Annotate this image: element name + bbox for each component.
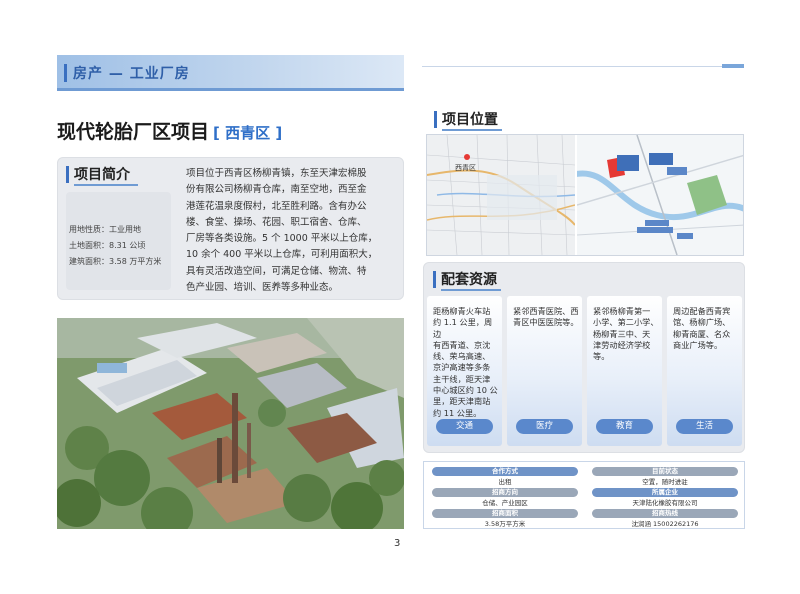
resource-text: 紧邻西青医院、西 青区中医医院等。 [513, 306, 579, 328]
intro-heading: 项目简介 [66, 164, 138, 186]
resource-card-medical: 紧邻西青医院、西 青区中医医院等。 医疗 [507, 296, 582, 446]
info-value-direction: 仓储、产业园区 [482, 499, 528, 507]
info-value-hotline: 沈润涵 15002262176 [631, 520, 699, 528]
project-name: 现代轮胎厂区项目 [57, 121, 210, 143]
resource-text: 周边配备西青宾 馆、杨柳广场、 柳青商厦、名众 商业广场等。 [673, 306, 731, 350]
education-button[interactable]: 教育 [596, 419, 653, 434]
info-label-cooperation: 合作方式 [432, 467, 578, 476]
info-label-direction: 招商方向 [432, 488, 578, 497]
info-table: 合作方式 出租 招商方向 仓储、产业园区 招商面积 3.58万平方米 目前状态 … [423, 461, 745, 529]
project-district: [ 西青区 ] [213, 124, 283, 142]
resources-heading-label: 配套资源 [441, 272, 497, 288]
resource-text: 紧邻杨柳青第一 小学、第二小学、 杨柳青三中、天 津劳动经济学校 等。 [593, 306, 659, 362]
resources-heading: 配套资源 [433, 269, 501, 291]
resource-card-life: 周边配备西青宾 馆、杨柳广场、 柳青商厦、名众 商业广场等。 生活 [667, 296, 742, 446]
map-label-city: 西青区 [455, 164, 476, 172]
header-rule-accent [722, 64, 744, 68]
location-map: 西青区 [426, 134, 744, 256]
info-label-hotline: 招商热线 [592, 509, 738, 518]
info-value-cooperation: 出租 [498, 478, 512, 486]
resource-card-education: 紧邻杨柳青第一 小学、第二小学、 杨柳青三中、天 津劳动经济学校 等。 教育 [587, 296, 662, 446]
section-banner: 房产 — 工业厂房 [57, 55, 404, 91]
life-button[interactable]: 生活 [676, 419, 733, 434]
banner-accent-bar [64, 64, 67, 82]
location-heading: 项目位置 [434, 109, 502, 131]
info-label-area: 招商面积 [432, 509, 578, 518]
fact-land-use: 用地性质：工业用地 [69, 225, 141, 234]
resource-text: 距杨柳青火车站约 1.1 公里，周边 有西青道、京沈 线、荣乌高速、 京沪高速等多条… [433, 306, 498, 418]
aerial-photo [57, 318, 404, 529]
fact-floor-area: 建筑面积：3.58 万平方米 [69, 257, 162, 266]
info-value-company: 天津陆化橡胶有限公司 [632, 499, 698, 507]
section-title: 房产 — 工业厂房 [73, 66, 190, 82]
intro-description: 项目位于西青区杨柳青镇，东至天津宏棉股 份有限公司杨柳青仓库，南至空地，西至金 … [186, 168, 378, 294]
project-title: 现代轮胎厂区项目[ 西青区 ] [57, 117, 282, 144]
info-column-right: 目前状态 空置，随时进驻 所属企业 天津陆化橡胶有限公司 招商热线 沈润涵 15… [592, 467, 738, 530]
resource-card-transport: 距杨柳青火车站约 1.1 公里，周边 有西青道、京沈 线、荣乌高速、 京沪高速等多条… [427, 296, 502, 446]
info-value-area: 3.58万平方米 [484, 520, 526, 528]
header-rule [422, 66, 722, 67]
site-map [577, 135, 743, 255]
aerial-photo-illustration [57, 318, 404, 529]
resources-panel: 配套资源 距杨柳青火车站约 1.1 公里，周边 有西青道、京沈 线、荣乌高速、 京沪… [423, 262, 745, 453]
info-column-left: 合作方式 出租 招商方向 仓储、产业园区 招商面积 3.58万平方米 [432, 467, 578, 530]
transport-button[interactable]: 交通 [436, 419, 493, 434]
intro-panel: 项目简介 用地性质：工业用地 土地面积：8.31 公顷 建筑面积：3.58 万平… [57, 157, 404, 300]
intro-heading-label: 项目简介 [74, 167, 130, 183]
city-map [427, 135, 575, 255]
info-label-company: 所属企业 [592, 488, 738, 497]
info-value-status: 空置，随时进驻 [642, 478, 688, 486]
medical-button[interactable]: 医疗 [516, 419, 573, 434]
location-heading-label: 项目位置 [442, 112, 498, 128]
facts-list: 用地性质：工业用地 土地面积：8.31 公顷 建筑面积：3.58 万平方米 [66, 192, 171, 290]
info-label-status: 目前状态 [592, 467, 738, 476]
page-number: 3 [394, 538, 401, 549]
fact-land-area: 土地面积：8.31 公顷 [69, 241, 146, 250]
